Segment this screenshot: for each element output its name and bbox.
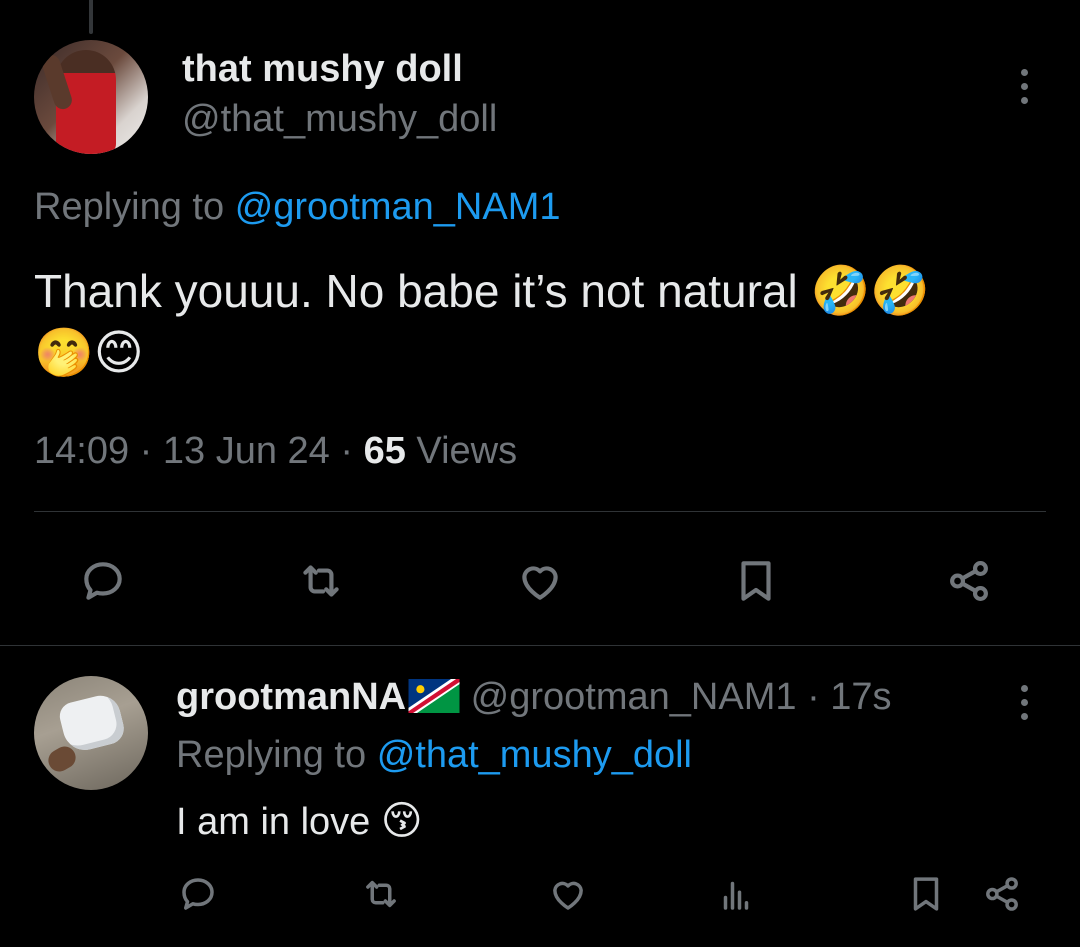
more-dot [1020,82,1028,90]
replying-prefix: Replying to [34,186,225,228]
retweet-icon [303,565,339,597]
like-icon [553,881,583,910]
reply-more-options-icon[interactable] [1004,680,1044,724]
reply-avatar[interactable] [34,676,148,790]
like-button[interactable] [507,548,573,614]
reply-text-body: I am in love [176,801,371,843]
tweet-emojis-line2: 🤭😊 [34,325,144,381]
divider [34,511,1046,512]
reply-emoji: 😚 [380,798,423,844]
reply-replying-to-line: Replying to @that_mushy_doll [176,734,692,777]
views-label[interactable]: Views [416,430,517,472]
reply-header: grootmanNA @grootman_NAM1 · 17s [176,676,996,719]
reply-separator: · [807,676,820,718]
share-button[interactable] [936,548,1002,614]
author-handle[interactable]: @that_mushy_doll [182,98,497,141]
reply-text: I am in love 😚 [176,798,423,844]
avatar[interactable] [34,40,148,154]
reply-handle[interactable]: @grootman_NAM1 [471,676,797,718]
reply-icon [84,562,122,600]
reply-retweet-button[interactable] [353,866,409,922]
more-dot [1020,96,1028,104]
reply-display-name[interactable]: grootmanNA [176,676,406,718]
tweet-meta: 14:09 · 13 Jun 24 · 65 Views [34,430,517,473]
reply-bookmark-button[interactable] [898,866,954,922]
tweet-detail-page: that mushy doll @that_mushy_doll Replyin… [0,0,1080,947]
tweet-emojis: 🤣🤣 [810,263,931,319]
views-icon [723,881,749,910]
replying-to-line: Replying to @grootman_NAM1 [34,186,561,229]
more-dot [1020,712,1028,720]
more-dot [1020,68,1028,76]
reply-views-button[interactable] [708,866,764,922]
replying-to-mention[interactable]: @that_mushy_doll [377,734,692,776]
namibia-flag-icon [408,679,460,713]
reply-time[interactable]: 17s [830,676,891,718]
bookmark-icon [741,561,771,601]
reply-reply-button[interactable] [170,866,226,922]
author-display-name[interactable]: that mushy doll [182,48,463,91]
like-icon [522,566,558,600]
views-count[interactable]: 65 [364,430,406,472]
thread-connector-line [89,0,93,34]
reply-like-button[interactable] [540,866,596,922]
reply-share-button[interactable] [974,866,1030,922]
more-options-icon[interactable] [1004,64,1044,108]
meta-separator: · [340,430,354,472]
tweet-text-body: Thank youuu. No babe it’s not natural [34,265,798,317]
avatar-cloth [56,691,128,755]
tweet-date[interactable]: 13 Jun 24 [163,430,330,472]
tweet-action-bar [70,548,1020,614]
bookmark-icon [913,877,939,911]
reply-action-bar [170,866,1040,922]
retweet-icon [366,880,396,908]
meta-separator: · [139,430,153,472]
share-icon [986,877,1018,911]
replying-prefix: Replying to [176,734,367,776]
reply-icon [182,878,214,910]
tweet-time[interactable]: 14:09 [34,430,129,472]
divider [0,645,1080,646]
bookmark-button[interactable] [723,548,789,614]
reply-button[interactable] [70,548,136,614]
replying-to-mention[interactable]: @grootman_NAM1 [235,186,561,228]
retweet-button[interactable] [288,548,354,614]
share-icon [950,561,988,601]
tweet-text: Thank youuu. No babe it’s not natural 🤣🤣… [34,260,1050,384]
more-dot [1020,698,1028,706]
more-dot [1020,684,1028,692]
